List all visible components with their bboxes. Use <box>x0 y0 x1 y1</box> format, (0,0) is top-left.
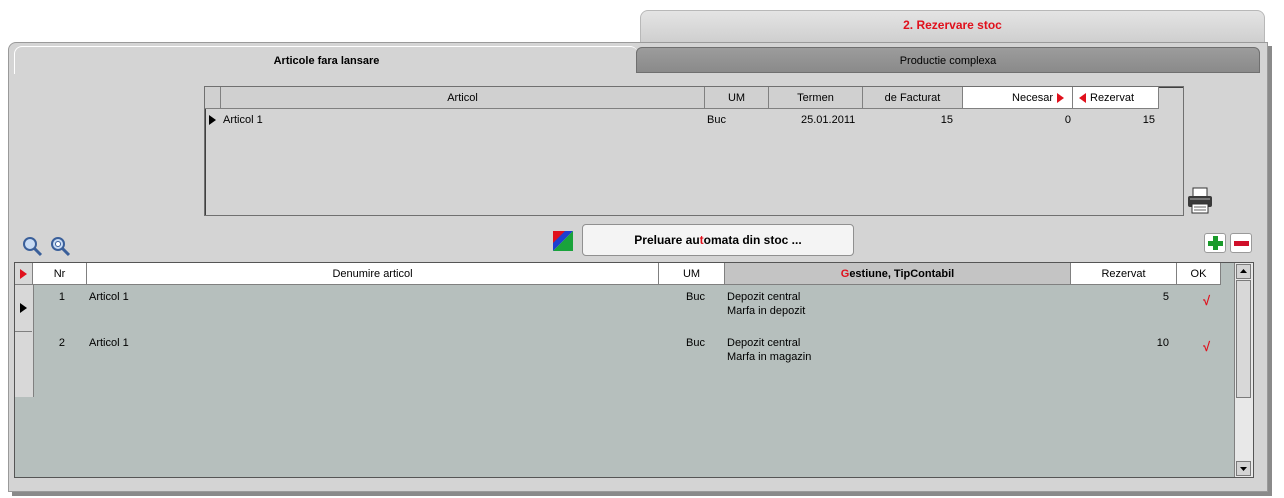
lower-row-2-denumire[interactable]: Articol 1 <box>89 337 129 349</box>
tab-productie-complexa[interactable]: Productie complexa <box>636 47 1260 73</box>
upper-row-termen[interactable]: 25.01.2011 <box>801 114 855 126</box>
upper-col-de-facturat[interactable]: de Facturat <box>863 87 963 109</box>
upper-row-rezervat[interactable]: 15 <box>1073 114 1155 126</box>
arrow-right-icon <box>1057 93 1064 104</box>
lower-row-2-ok-check-icon[interactable]: √ <box>1203 339 1210 354</box>
tab-rezervare-stoc-label: 2. Rezervare stoc <box>903 18 1002 32</box>
lower-row-1-tip[interactable]: Marfa in depozit <box>727 305 805 317</box>
remove-row-button[interactable] <box>1230 233 1252 253</box>
plus-icon <box>1208 236 1223 250</box>
lower-reservations-grid[interactable]: Nr Denumire articol UM Gestiune, TipCont… <box>14 262 1254 478</box>
arrow-right-icon <box>20 269 27 280</box>
upper-col-termen[interactable]: Termen <box>769 87 863 109</box>
scroll-down-button[interactable] <box>1236 461 1251 476</box>
tab-productie-label: Productie complexa <box>899 55 997 67</box>
row-indicator-column <box>15 285 34 397</box>
lower-grid-corner <box>15 263 33 285</box>
lower-row-2-tip[interactable]: Marfa in magazin <box>727 351 811 363</box>
arrow-left-icon <box>1079 93 1086 104</box>
preluare-label-pre: Preluare au <box>634 233 700 247</box>
lower-row-1-nr[interactable]: 1 <box>33 291 65 303</box>
advanced-search-icon[interactable] <box>48 236 71 258</box>
tab-articole-fara-lansare[interactable]: Articole fara lansare <box>14 46 638 74</box>
preluare-automata-button[interactable]: Preluare automata din stoc ... <box>582 224 854 256</box>
color-palette-icon[interactable] <box>553 231 573 251</box>
current-row-indicator-icon <box>209 115 216 125</box>
lower-col-nr[interactable]: Nr <box>33 263 87 285</box>
upper-col-necesar[interactable]: Necesar <box>963 87 1073 109</box>
lower-col-gestiune-label: estiune, TipContabil <box>849 268 955 280</box>
add-row-button[interactable] <box>1204 233 1226 253</box>
upper-col-rezervat[interactable]: Rezervat <box>1073 87 1159 109</box>
upper-col-necesar-label: Necesar <box>1012 92 1053 104</box>
upper-row-necesar[interactable]: 0 <box>963 114 1071 126</box>
scroll-thumb[interactable] <box>1236 280 1251 398</box>
lower-col-ok[interactable]: OK <box>1177 263 1221 285</box>
upper-grid-corner <box>205 87 221 109</box>
printer-icon[interactable] <box>1186 186 1214 216</box>
preluare-label-post: omata din stoc ... <box>703 233 802 247</box>
upper-articles-grid[interactable]: Articol UM Termen de Facturat Necesar Re… <box>204 86 1184 216</box>
lower-row-1-um[interactable]: Buc <box>665 291 705 303</box>
tab-articole-label: Articole fara lansare <box>273 55 380 67</box>
upper-row-um[interactable]: Buc <box>707 114 726 126</box>
upper-col-um[interactable]: UM <box>705 87 769 109</box>
lower-col-denumire[interactable]: Denumire articol <box>87 263 659 285</box>
upper-row-articol[interactable]: Articol 1 <box>223 114 263 126</box>
lower-row-1-denumire[interactable]: Articol 1 <box>89 291 129 303</box>
scroll-down-icon <box>1240 467 1247 471</box>
lower-col-um[interactable]: UM <box>659 263 725 285</box>
tab-rezervare-stoc[interactable]: 2. Rezervare stoc <box>640 10 1265 42</box>
vertical-scrollbar[interactable] <box>1234 263 1253 477</box>
row-divider <box>15 331 32 332</box>
scroll-up-icon <box>1240 269 1247 273</box>
lower-row-1-ok-check-icon[interactable]: √ <box>1203 293 1210 308</box>
lower-row-1-rezervat[interactable]: 5 <box>1071 291 1169 303</box>
lower-row-1-gestiune[interactable]: Depozit central <box>727 291 800 303</box>
upper-row-de-facturat[interactable]: 15 <box>863 114 953 126</box>
minus-icon <box>1234 241 1249 246</box>
current-row-indicator-icon <box>20 303 27 313</box>
lower-row-2-nr[interactable]: 2 <box>33 337 65 349</box>
lower-row-2-um[interactable]: Buc <box>665 337 705 349</box>
lower-row-2-gestiune[interactable]: Depozit central <box>727 337 800 349</box>
lower-col-gestiune[interactable]: Gestiune, TipContabil <box>725 263 1071 285</box>
scroll-up-button[interactable] <box>1236 264 1251 279</box>
lower-col-rezervat[interactable]: Rezervat <box>1071 263 1177 285</box>
lower-row-2-rezervat[interactable]: 10 <box>1071 337 1169 349</box>
upper-col-articol[interactable]: Articol <box>221 87 705 109</box>
upper-col-rezervat-label: Rezervat <box>1090 92 1135 104</box>
search-icon[interactable] <box>22 236 44 258</box>
